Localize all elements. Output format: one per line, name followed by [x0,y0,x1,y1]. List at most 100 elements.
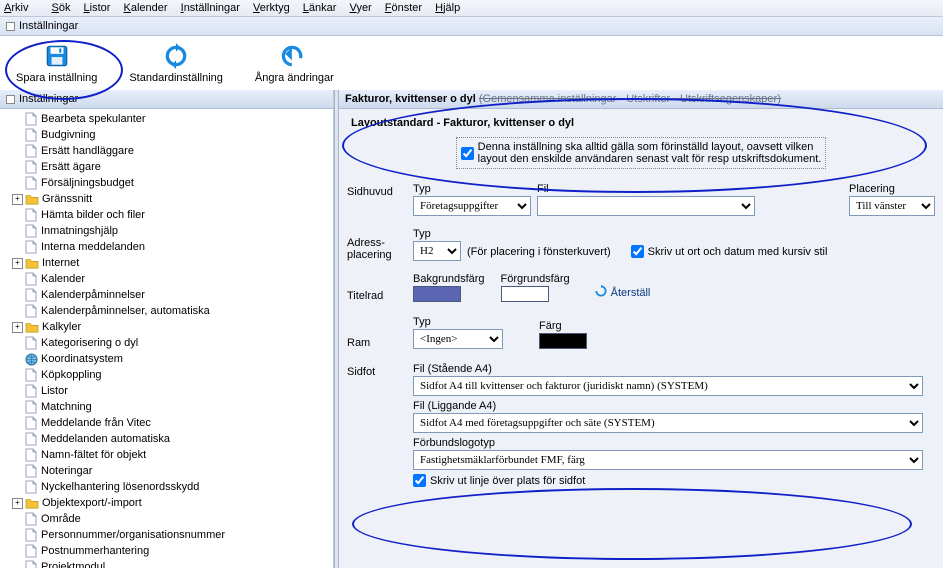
expander-icon[interactable]: + [12,322,23,333]
menu-verktyg[interactable]: Verktyg [253,2,290,14]
tree-item[interactable]: Matchning [0,399,333,415]
tree-item[interactable]: Interna meddelanden [0,239,333,255]
sidfot-liggande-select[interactable]: Sidfot A4 med företagsuppgifter och säte… [413,413,923,433]
tree-item[interactable]: Kategorisering o dyl [0,335,333,351]
undo-changes-button[interactable]: Ångra ändringar [249,40,340,86]
force-layout-checkbox-row[interactable]: Denna inställning ska alltid gälla som f… [456,137,827,169]
title-fg-swatch[interactable] [501,286,549,302]
sidhuvud-fil-select[interactable] [537,196,755,216]
tree-item[interactable]: Namn-fältet för objekt [0,447,333,463]
menu-sok[interactable]: Sök [52,2,71,14]
tree-item[interactable]: Meddelanden automatiska [0,431,333,447]
page-icon [24,176,38,190]
ram-label: Ram [347,334,407,349]
menu-hjalp[interactable]: Hjälp [435,2,460,14]
tree-item[interactable]: Budgivning [0,127,333,143]
sidfot-label: Sidfot [347,363,407,378]
reset-colors-button[interactable]: Återställ [594,284,651,302]
ram-typ-select[interactable]: <Ingen> [413,329,503,349]
cursive-checkbox[interactable] [631,245,644,258]
menu-lankar[interactable]: Länkar [303,2,337,14]
window-title: Inställningar [19,20,78,32]
sidfot-line-checkbox[interactable] [413,474,426,487]
expander-icon[interactable]: + [12,498,23,509]
expander-icon[interactable]: + [12,258,23,269]
tree-scroll[interactable]: Bearbeta spekulanterBudgivningErsätt han… [0,109,333,568]
tree-item[interactable]: Bearbeta spekulanter [0,111,333,127]
menu-fonster[interactable]: Fönster [385,2,422,14]
tree-item[interactable]: Listor [0,383,333,399]
cursive-checkbox-row[interactable]: Skriv ut ort och datum med kursiv stil [631,245,828,261]
tree-item[interactable]: Koordinatsystem [0,351,333,367]
tree-item-label: Koordinatsystem [41,353,123,365]
globe-icon [24,352,38,366]
tree-item[interactable]: +Kalkyler [0,319,333,335]
folder-icon [25,496,39,510]
adress-typ-select[interactable]: H2 [413,241,461,261]
tree-item[interactable]: Ersätt ägare [0,159,333,175]
tree-item[interactable]: Kalenderpåminnelser [0,287,333,303]
tree-item[interactable]: Köpkoppling [0,367,333,383]
page-icon [24,160,38,174]
tree-header-icon [6,95,15,104]
menubar: Arkiv Sök Listor Kalender Inställningar … [0,0,943,17]
sidfot-line-checkbox-row[interactable]: Skriv ut linje över plats för sidfot [413,474,585,487]
page-icon [24,512,38,526]
save-icon [43,42,71,70]
tree-item-label: Noteringar [41,465,92,477]
menu-vyer[interactable]: Vyer [350,2,372,14]
refresh-icon [162,42,190,70]
tree-item-label: Listor [41,385,68,397]
tree-item-label: Område [41,513,81,525]
tree-item[interactable]: +Objektexport/-import [0,495,333,511]
tree-item-label: Kalenderpåminnelser, automatiska [41,305,210,317]
expander-icon[interactable]: + [12,194,23,205]
tree-item[interactable]: Försäljningsbudget [0,175,333,191]
title-bg-swatch[interactable] [413,286,461,302]
tree-item[interactable]: Kalender [0,271,333,287]
page-icon [24,528,38,542]
page-icon [24,224,38,238]
tree-item-label: Internet [42,257,79,269]
menu-arkiv[interactable]: Arkiv [4,2,38,14]
titelrad-label: Titelrad [347,287,407,302]
folder-icon [25,320,39,334]
tree-item[interactable]: +Gränssnitt [0,191,333,207]
breadcrumb: Fakturor, kvittenser o dyl (Gemensamma i… [339,90,943,109]
sidfot-staende-select[interactable]: Sidfot A4 till kvittenser och fakturor (… [413,376,923,396]
sidhuvud-label: Sidhuvud [347,183,407,198]
tree-item[interactable]: Postnummerhantering [0,543,333,559]
form-area: Layoutstandard - Fakturor, kvittenser o … [339,109,943,568]
sidhuvud-typ-select[interactable]: Företagsuppgifter [413,196,531,216]
sidhuvud-placering-select[interactable]: Till vänster [849,196,935,216]
tree-item[interactable]: Område [0,511,333,527]
tree-item[interactable]: Kalenderpåminnelser, automatiska [0,303,333,319]
tree-panel: Inställningar Bearbeta spekulanterBudgiv… [0,90,334,568]
page-icon [24,208,38,222]
adress-note: (För placering i fönsterkuvert) [467,246,611,261]
ram-color-swatch[interactable] [539,333,587,349]
page-icon [24,464,38,478]
toolbar: Spara inställning Standardinställning Ån… [0,36,943,90]
forbund-select[interactable]: Fastighetsmäklarförbundet FMF, färg [413,450,923,470]
tree-item[interactable]: Ersätt handläggare [0,143,333,159]
tree-item-label: Försäljningsbudget [41,177,134,189]
tree-item[interactable]: + Internet [0,255,333,271]
menu-installningar[interactable]: Inställningar [181,2,240,14]
force-layout-checkbox[interactable] [461,147,474,160]
undo-icon [280,42,308,70]
tree-item[interactable]: Hämta bilder och filer [0,207,333,223]
page-icon [24,448,38,462]
tree-item[interactable]: Personnummer/organisationsnummer [0,527,333,543]
menu-kalender[interactable]: Kalender [124,2,168,14]
save-settings-button[interactable]: Spara inställning [10,40,103,86]
tree-item-label: Kalender [41,273,85,285]
tree-item[interactable]: Projektmodul [0,559,333,568]
tree-item[interactable]: Meddelande från Vitec [0,415,333,431]
menu-listor[interactable]: Listor [84,2,111,14]
tree-item[interactable]: Inmatningshjälp [0,223,333,239]
tree-item[interactable]: Nyckelhantering lösenordsskydd [0,479,333,495]
page-icon [24,288,38,302]
tree-item[interactable]: Noteringar [0,463,333,479]
standard-settings-button[interactable]: Standardinställning [123,40,229,86]
